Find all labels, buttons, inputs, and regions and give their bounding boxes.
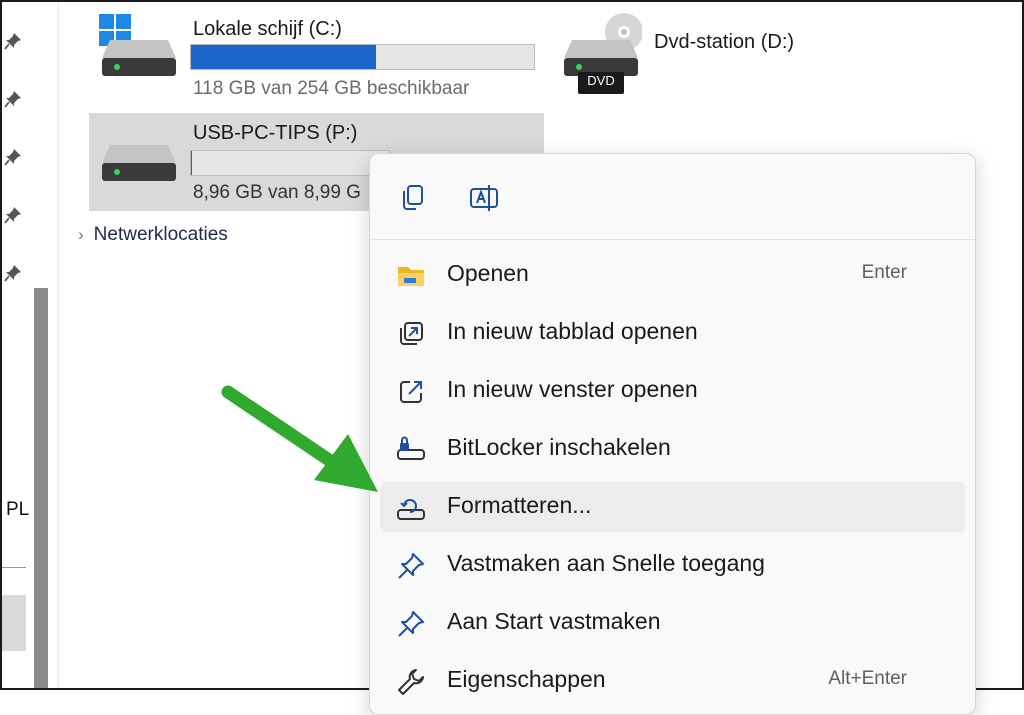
drive-usage-bar bbox=[190, 150, 390, 176]
menu-item-format[interactable]: Formatteren... bbox=[380, 482, 965, 532]
menu-item-open[interactable]: Openen Enter bbox=[380, 250, 965, 300]
pin-icon bbox=[398, 611, 424, 637]
menu-item-label: BitLocker inschakelen bbox=[447, 434, 671, 460]
annotation-arrow bbox=[221, 385, 378, 492]
pane-divider bbox=[58, 2, 59, 688]
navigation-pane: PL bbox=[2, 2, 36, 688]
hard-drive-icon[interactable] bbox=[100, 143, 178, 183]
context-menu-quick-actions bbox=[370, 154, 975, 240]
pin-icon[interactable] bbox=[4, 206, 22, 224]
drive-usage-bar bbox=[190, 44, 535, 70]
menu-item-open-new-window[interactable]: In nieuw venster openen bbox=[380, 366, 965, 416]
menu-item-open-new-tab[interactable]: In nieuw tabblad openen bbox=[380, 308, 965, 358]
drive-name[interactable]: Dvd-station (D:) bbox=[654, 31, 794, 54]
network-locations-group[interactable]: › Netwerklocaties bbox=[78, 224, 228, 246]
drive-name[interactable]: Lokale schijf (C:) bbox=[193, 18, 342, 41]
menu-item-shortcut: Alt+Enter bbox=[828, 668, 907, 689]
drive-usage-fill bbox=[191, 151, 192, 175]
chevron-right-icon[interactable]: › bbox=[78, 225, 84, 244]
pin-icon[interactable] bbox=[4, 264, 22, 282]
menu-item-label: Formatteren... bbox=[447, 492, 592, 518]
new-window-icon bbox=[400, 381, 422, 403]
folder-icon bbox=[398, 267, 424, 286]
copy-icon[interactable] bbox=[394, 180, 430, 216]
drive-name[interactable]: USB-PC-TIPS (P:) bbox=[193, 122, 357, 145]
menu-item-label: Aan Start vastmaken bbox=[447, 608, 661, 634]
bitlocker-icon bbox=[397, 436, 425, 460]
nav-selected-item[interactable] bbox=[2, 595, 26, 651]
dvd-badge: DVD bbox=[587, 73, 615, 88]
new-tab-icon bbox=[400, 322, 423, 345]
menu-item-pin-start[interactable]: Aan Start vastmaken bbox=[380, 598, 965, 648]
context-menu: Openen Enter In nieuw tabblad openen In … bbox=[369, 153, 976, 715]
menu-item-properties[interactable]: Eigenschappen Alt+Enter bbox=[380, 656, 965, 706]
drive-free-space: 118 GB van 254 GB beschikbaar bbox=[193, 78, 470, 99]
menu-item-label: Openen bbox=[447, 260, 529, 286]
menu-item-label: In nieuw tabblad openen bbox=[447, 318, 698, 344]
menu-item-shortcut: Enter bbox=[861, 262, 907, 283]
pin-icon[interactable] bbox=[4, 148, 22, 166]
format-icon bbox=[397, 499, 425, 520]
pin-icon[interactable] bbox=[4, 32, 22, 50]
wrench-icon bbox=[398, 669, 424, 695]
drive-usage-fill bbox=[191, 45, 377, 69]
hard-drive-icon[interactable] bbox=[100, 38, 178, 78]
pin-icon bbox=[398, 553, 424, 579]
rename-icon[interactable] bbox=[467, 180, 503, 216]
menu-item-pin-quick-access[interactable]: Vastmaken aan Snelle toegang bbox=[380, 540, 965, 590]
menu-item-label: Eigenschappen bbox=[447, 666, 606, 692]
menu-item-label: Vastmaken aan Snelle toegang bbox=[447, 550, 765, 576]
menu-item-bitlocker[interactable]: BitLocker inschakelen bbox=[380, 424, 965, 474]
pin-icon[interactable] bbox=[4, 90, 22, 108]
nav-item-label[interactable]: PL bbox=[6, 499, 29, 521]
drive-free-space: 8,96 GB van 8,99 G bbox=[193, 182, 361, 203]
menu-item-label: In nieuw venster openen bbox=[447, 376, 698, 402]
network-locations-label: Netwerklocaties bbox=[93, 224, 228, 245]
nav-divider bbox=[2, 567, 26, 568]
nav-scrollbar[interactable] bbox=[34, 288, 48, 688]
